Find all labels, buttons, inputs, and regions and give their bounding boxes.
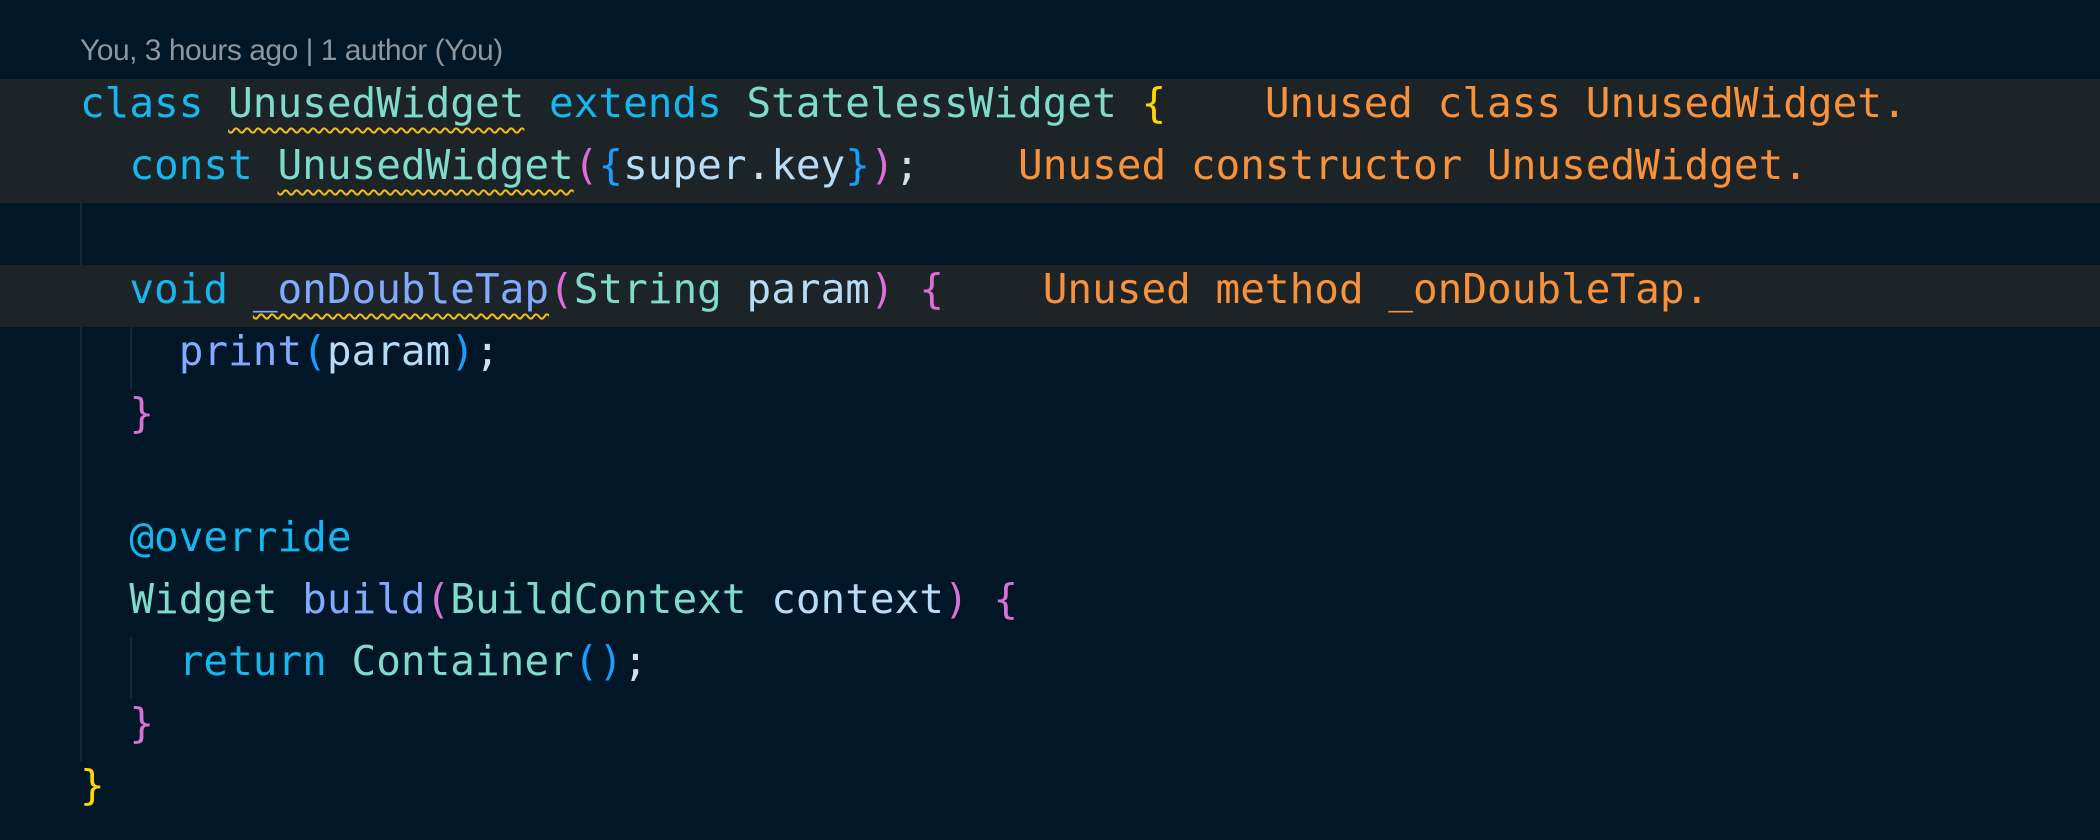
code-token: ) <box>598 637 624 685</box>
code-token: } <box>80 761 105 809</box>
code-token: ; <box>474 327 500 375</box>
code-token: ) <box>869 265 895 313</box>
code-token: ( <box>573 637 599 685</box>
code-token: build <box>302 575 426 623</box>
code-line-8[interactable]: @override <box>0 513 2100 575</box>
code-token-warning: UnusedWidget <box>228 79 525 127</box>
code-token: Container <box>351 637 574 685</box>
code-token: super <box>623 141 747 189</box>
code-token: ; <box>894 141 920 189</box>
code-token: ; <box>623 637 648 685</box>
code-line-9[interactable]: Widget build(BuildContext context) { <box>0 575 2100 637</box>
code-token: { <box>1141 79 1167 127</box>
code-line-12[interactable]: } <box>0 761 2100 823</box>
code-token: ( <box>549 265 574 313</box>
code-token: print <box>178 327 303 375</box>
code-token: key <box>771 141 846 189</box>
code-token: param <box>326 327 451 375</box>
code-line-6[interactable]: } <box>0 389 2100 451</box>
code-token: param <box>746 265 870 313</box>
code-token: BuildContext <box>450 575 747 623</box>
code-token: ) <box>943 575 969 623</box>
code-token: ( <box>302 327 327 375</box>
code-token: ) <box>450 327 475 375</box>
code-token: Widget <box>129 575 278 623</box>
code-token: @override <box>129 513 352 561</box>
code-line-4[interactable]: void _onDoubleTap(String param) { Unused… <box>0 265 2100 327</box>
code-token: ( <box>425 575 451 623</box>
code-line-3[interactable] <box>0 203 2100 265</box>
code-token: { <box>993 575 1019 623</box>
code-token: context <box>771 575 944 623</box>
code-token-warning: UnusedWidget <box>277 141 574 189</box>
code-token: } <box>845 141 870 189</box>
inline-diagnostic-message: Unused class UnusedWidget. <box>1166 79 1907 127</box>
code-line-5[interactable]: print(param); <box>0 327 2100 389</box>
code-token: . <box>746 141 772 189</box>
inline-diagnostic-message: Unused constructor UnusedWidget. <box>919 141 1808 189</box>
code-token: String <box>573 265 722 313</box>
code-token: { <box>598 141 624 189</box>
code-token: class <box>80 79 204 127</box>
code-token: } <box>129 389 155 437</box>
code-token: { <box>919 265 944 313</box>
inline-diagnostic-message: Unused method _onDoubleTap. <box>944 265 1710 313</box>
code-token: extends <box>549 79 722 127</box>
code-line-2[interactable]: const UnusedWidget({super.key}); Unused … <box>0 141 2100 203</box>
code-token-warning: _onDoubleTap <box>252 265 550 313</box>
code-line-11[interactable]: } <box>0 699 2100 761</box>
code-line-7[interactable] <box>0 451 2100 513</box>
code-line-10[interactable]: return Container(); <box>0 637 2100 699</box>
code-token: void <box>129 265 229 313</box>
code-line-1[interactable]: class UnusedWidget extends StatelessWidg… <box>0 79 2100 141</box>
code-token: StatelessWidget <box>746 79 1117 127</box>
code-token: const <box>129 141 253 189</box>
code-token: } <box>129 699 155 747</box>
code-token: ) <box>869 141 895 189</box>
code-token: return <box>178 637 327 685</box>
git-blame-codelens[interactable]: You, 3 hours ago | 1 author (You) <box>80 34 503 68</box>
code-editor[interactable]: class UnusedWidget extends StatelessWidg… <box>0 79 2100 823</box>
code-token: ( <box>573 141 599 189</box>
